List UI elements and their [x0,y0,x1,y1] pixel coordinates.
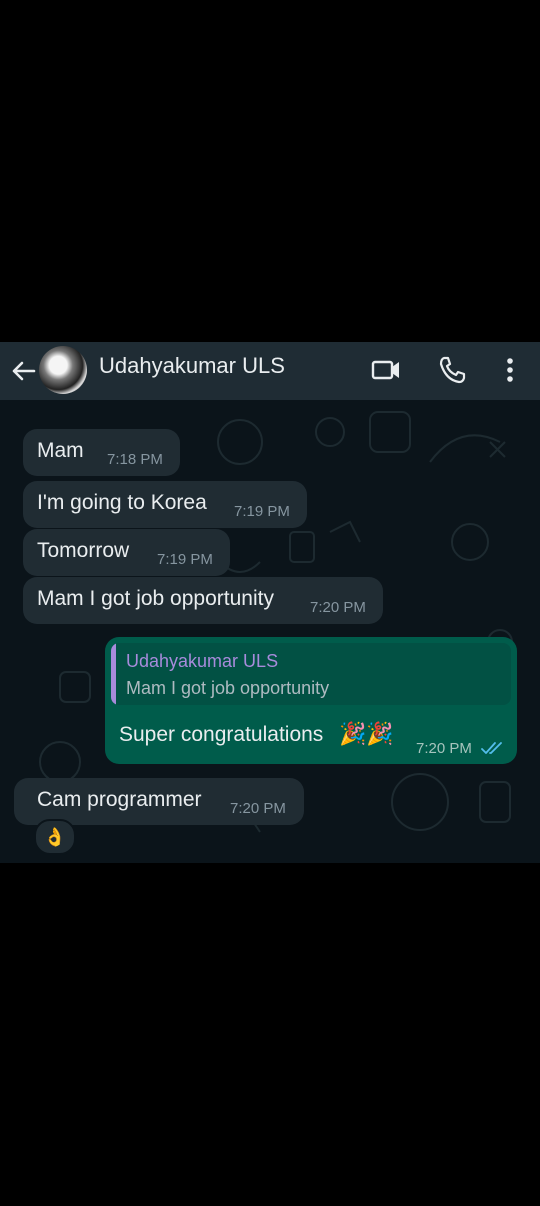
back-arrow-icon[interactable] [8,356,38,386]
message-incoming[interactable]: Mam 7:18 PM [23,429,180,476]
message-outgoing[interactable]: Udahyakumar ULS Mam I got job opportunit… [105,637,517,764]
message-text: Super congratulations [119,723,324,746]
message-time: 7:20 PM [416,740,472,757]
message-time: 7:20 PM [310,599,366,616]
message-incoming[interactable]: Mam I got job opportunity 7:20 PM [23,577,383,624]
message-text: Mam [37,439,84,462]
message-time: 7:19 PM [157,551,213,568]
message-incoming[interactable]: Cam programmer 7:20 PM [14,778,304,825]
quoted-message[interactable]: Udahyakumar ULS Mam I got job opportunit… [111,643,511,705]
message-incoming[interactable]: Tomorrow 7:19 PM [23,529,230,576]
message-time: 7:18 PM [107,451,163,468]
contact-name[interactable]: Udahyakumar ULS [99,353,285,379]
phone-icon[interactable] [436,354,468,386]
chat-screen: Udahyakumar ULS Mam 7:18 PM I'm going to… [0,342,540,863]
message-text: Tomorrow [37,539,130,562]
quote-accent-bar [111,643,116,705]
read-receipt-icon [481,742,502,754]
contact-avatar[interactable] [39,346,87,394]
message-reaction[interactable]: 👌 [34,819,76,855]
message-text: Cam programmer [37,788,202,811]
quoted-sender: Udahyakumar ULS [126,651,279,671]
message-text: Mam I got job opportunity [37,587,274,610]
video-call-icon[interactable] [370,354,402,386]
message-time: 7:20 PM [230,800,286,817]
message-text: I'm going to Korea [37,491,207,514]
message-time: 7:19 PM [234,503,290,520]
party-popper-emoji: 🎉🎉 [339,721,394,746]
quoted-text: Mam I got job opportunity [126,678,330,698]
chat-header: Udahyakumar ULS [0,342,540,400]
message-incoming[interactable]: I'm going to Korea 7:19 PM [23,481,307,528]
more-options-icon[interactable] [494,354,526,386]
